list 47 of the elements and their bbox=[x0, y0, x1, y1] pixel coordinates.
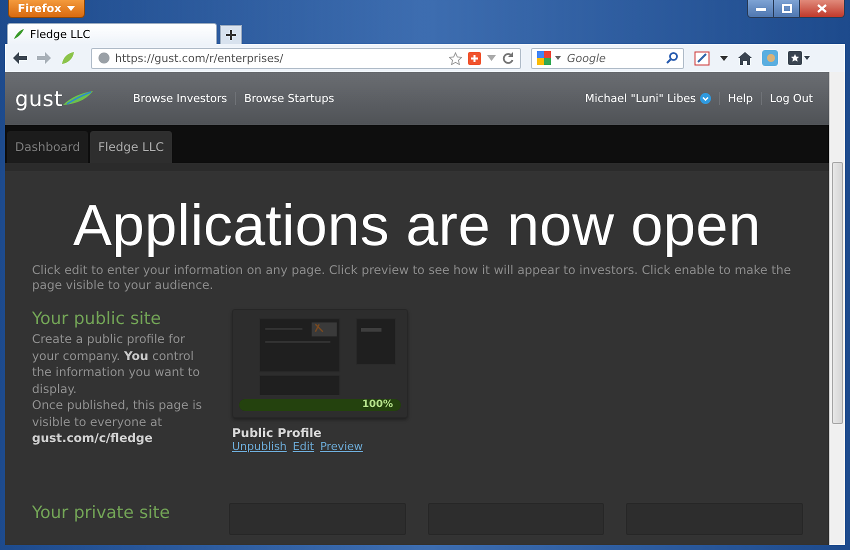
header-link[interactable]: Log Out bbox=[762, 92, 821, 105]
caret-icon bbox=[67, 6, 76, 11]
nav-link[interactable]: Browse Startups bbox=[236, 92, 342, 105]
intro-text: Click edit to enter your information on any page. Click preview to see how it will appear to investors. Click enable to make the page visible to your audience. bbox=[32, 263, 792, 293]
star-icon[interactable] bbox=[449, 52, 462, 64]
url-field[interactable]: https://gust.com/r/enterprises/ bbox=[91, 48, 521, 68]
bookmarks-icon[interactable] bbox=[788, 51, 810, 65]
maximize-button[interactable] bbox=[774, 0, 800, 17]
nav-link[interactable]: Browse Investors bbox=[125, 92, 236, 105]
publish-note: Once published, this page is visible to everyone at bbox=[32, 397, 203, 430]
caret-icon[interactable] bbox=[555, 56, 561, 60]
google-icon bbox=[537, 51, 551, 65]
chevron-icon bbox=[700, 93, 711, 104]
page-tab[interactable]: Dashboard bbox=[7, 131, 88, 163]
browser-tab[interactable]: Fledge LLC bbox=[7, 23, 217, 44]
page-tab[interactable]: Fledge LLC bbox=[90, 131, 172, 163]
section-title: Your private site bbox=[32, 503, 171, 523]
header-link[interactable]: Help bbox=[720, 92, 762, 105]
card-link[interactable]: Preview bbox=[320, 440, 363, 453]
scrollbar[interactable] bbox=[829, 72, 845, 545]
dropdown-icon[interactable] bbox=[720, 56, 728, 60]
plus-icon bbox=[226, 30, 236, 40]
maximize-icon bbox=[782, 4, 792, 13]
minimize-button[interactable] bbox=[748, 0, 774, 17]
site-logo[interactable]: gust bbox=[15, 86, 63, 110]
site-address: gust.com/c/fledge bbox=[32, 430, 154, 447]
reload-icon[interactable] bbox=[502, 52, 514, 64]
section-title: Your public site bbox=[32, 309, 162, 329]
feather-icon bbox=[62, 90, 93, 106]
minimize-icon bbox=[756, 6, 766, 10]
search-icon[interactable] bbox=[666, 52, 678, 64]
close-icon bbox=[817, 4, 827, 13]
section-description: Create a public profile for your company. You control the information you want to display. bbox=[32, 331, 201, 397]
user-menu[interactable]: Michael "Luni" Libes bbox=[576, 92, 720, 105]
card-link[interactable]: Unpublish bbox=[232, 440, 287, 453]
progress-reading: 100% bbox=[362, 399, 393, 411]
search-bar[interactable]: Google bbox=[531, 48, 684, 68]
card-link[interactable]: Edit bbox=[292, 440, 314, 453]
close-button[interactable] bbox=[800, 0, 844, 17]
home-icon[interactable] bbox=[738, 52, 752, 64]
card-title: Public Profile bbox=[232, 426, 323, 440]
back-icon[interactable] bbox=[13, 52, 27, 64]
feather-icon bbox=[13, 28, 25, 40]
notepad-icon[interactable] bbox=[694, 50, 710, 66]
new-tab-button[interactable] bbox=[220, 25, 242, 44]
banner-headline: Applications are now open bbox=[73, 196, 761, 256]
plus-icon[interactable] bbox=[468, 52, 481, 64]
